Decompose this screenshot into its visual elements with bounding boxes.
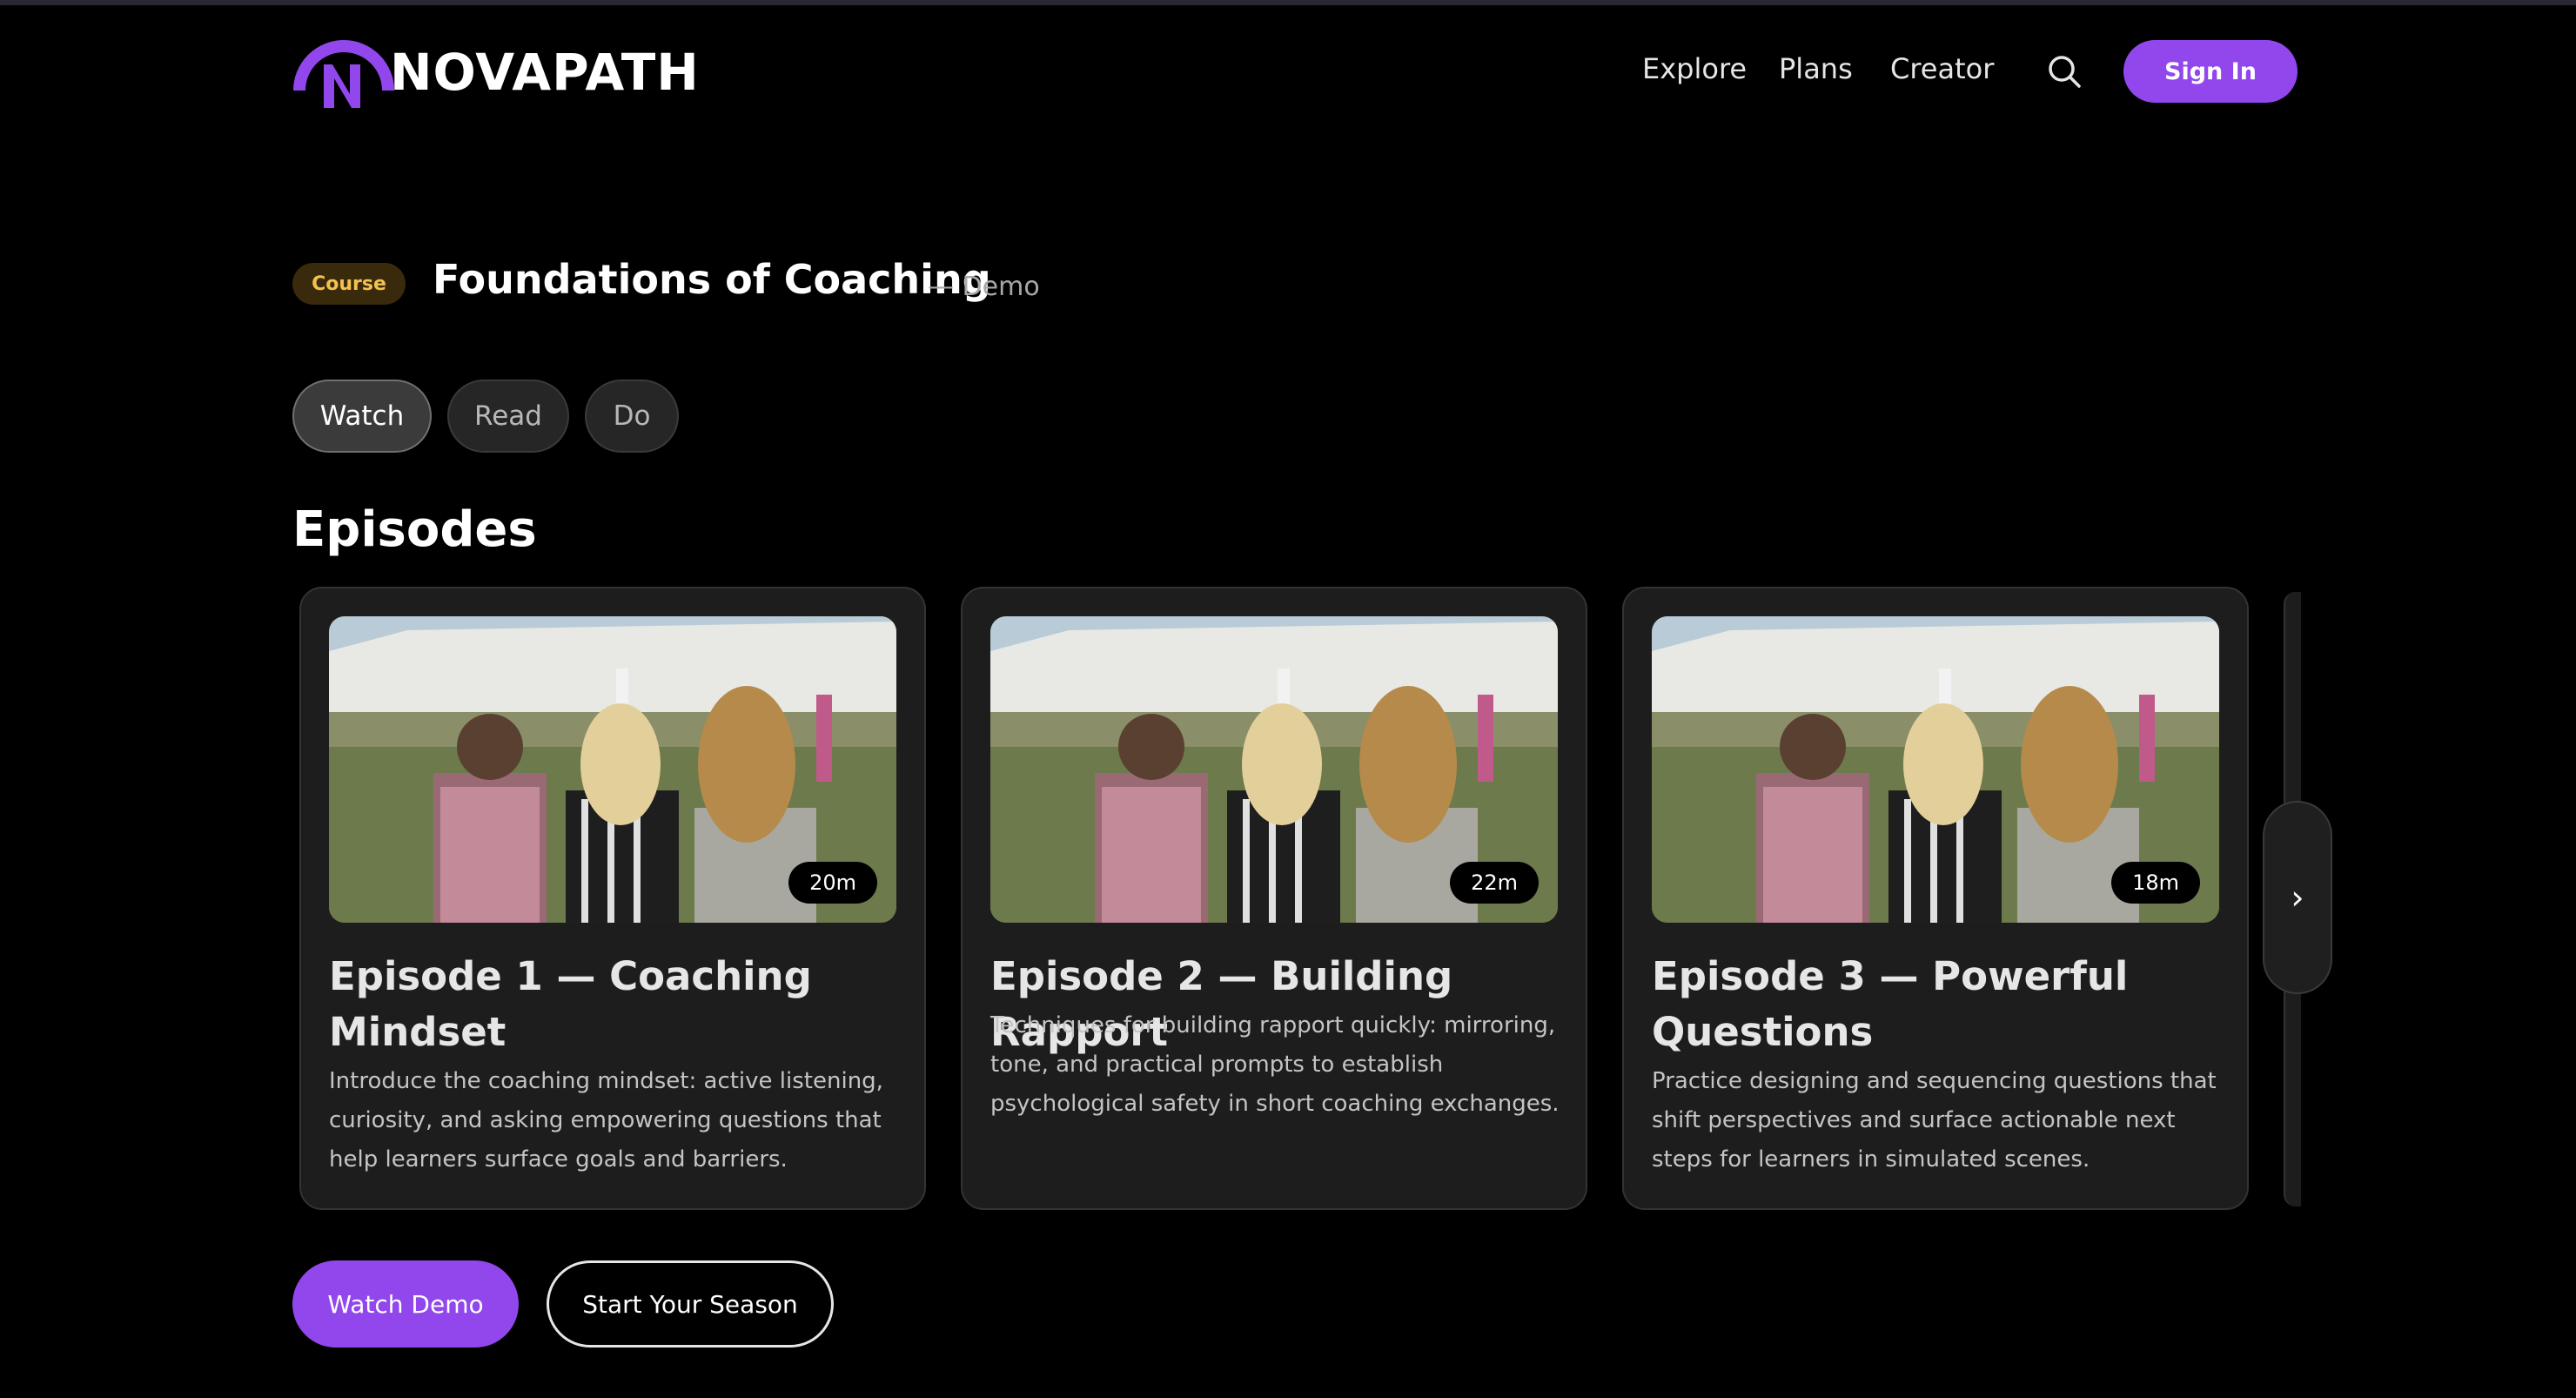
episode-thumbnail[interactable]: 22m: [990, 616, 1558, 923]
logo-mark-icon: [293, 40, 394, 108]
nav-creator[interactable]: Creator: [1890, 52, 1994, 85]
brand-name: NOVAPATH: [390, 43, 700, 102]
watch-demo-button[interactable]: Watch Demo: [292, 1260, 519, 1348]
brand-logo[interactable]: NOVAPATH: [292, 33, 700, 108]
duration-badge: 18m: [2111, 862, 2200, 904]
nav-explore[interactable]: Explore: [1642, 52, 1747, 85]
episodes-heading: Episodes: [292, 501, 537, 558]
episode-description: Introduce the coaching mindset: active l…: [329, 1068, 883, 1173]
course-subtitle: — Demo: [928, 272, 1040, 302]
start-season-button[interactable]: Start Your Season: [547, 1260, 834, 1348]
episode-description: Techniques for building rapport quickly:…: [990, 1012, 1560, 1117]
episode-card[interactable]: 20m Episode 1 — Coaching Mindset Introdu…: [299, 587, 926, 1210]
course-title: Foundations of Coaching: [433, 256, 991, 303]
sign-in-button[interactable]: Sign In: [2123, 40, 2298, 103]
tab-do[interactable]: Do: [585, 380, 679, 453]
episode-title[interactable]: Episode 3 — Powerful Questions: [1652, 949, 2226, 1060]
course-badge: Course: [292, 263, 406, 305]
duration-badge: 20m: [788, 862, 877, 904]
carousel-next-button[interactable]: ›: [2263, 801, 2332, 994]
tab-read[interactable]: Read: [447, 380, 569, 453]
episode-thumbnail[interactable]: 20m: [329, 616, 896, 923]
duration-badge: 22m: [1450, 862, 1539, 904]
window-top-border: [0, 0, 2576, 5]
search-icon[interactable]: [2045, 52, 2083, 91]
tab-watch[interactable]: Watch: [292, 380, 432, 453]
episode-title[interactable]: Episode 1 — Coaching Mindset: [329, 949, 903, 1060]
episode-description: Practice designing and sequencing questi…: [1652, 1068, 2217, 1173]
episode-thumbnail[interactable]: 18m: [1652, 616, 2219, 923]
episode-card[interactable]: 18m Episode 3 — Powerful Questions Pract…: [1622, 587, 2249, 1210]
episode-card[interactable]: 22m Episode 2 — Building Rapport Techniq…: [961, 587, 1587, 1210]
nav-plans[interactable]: Plans: [1779, 52, 1853, 85]
